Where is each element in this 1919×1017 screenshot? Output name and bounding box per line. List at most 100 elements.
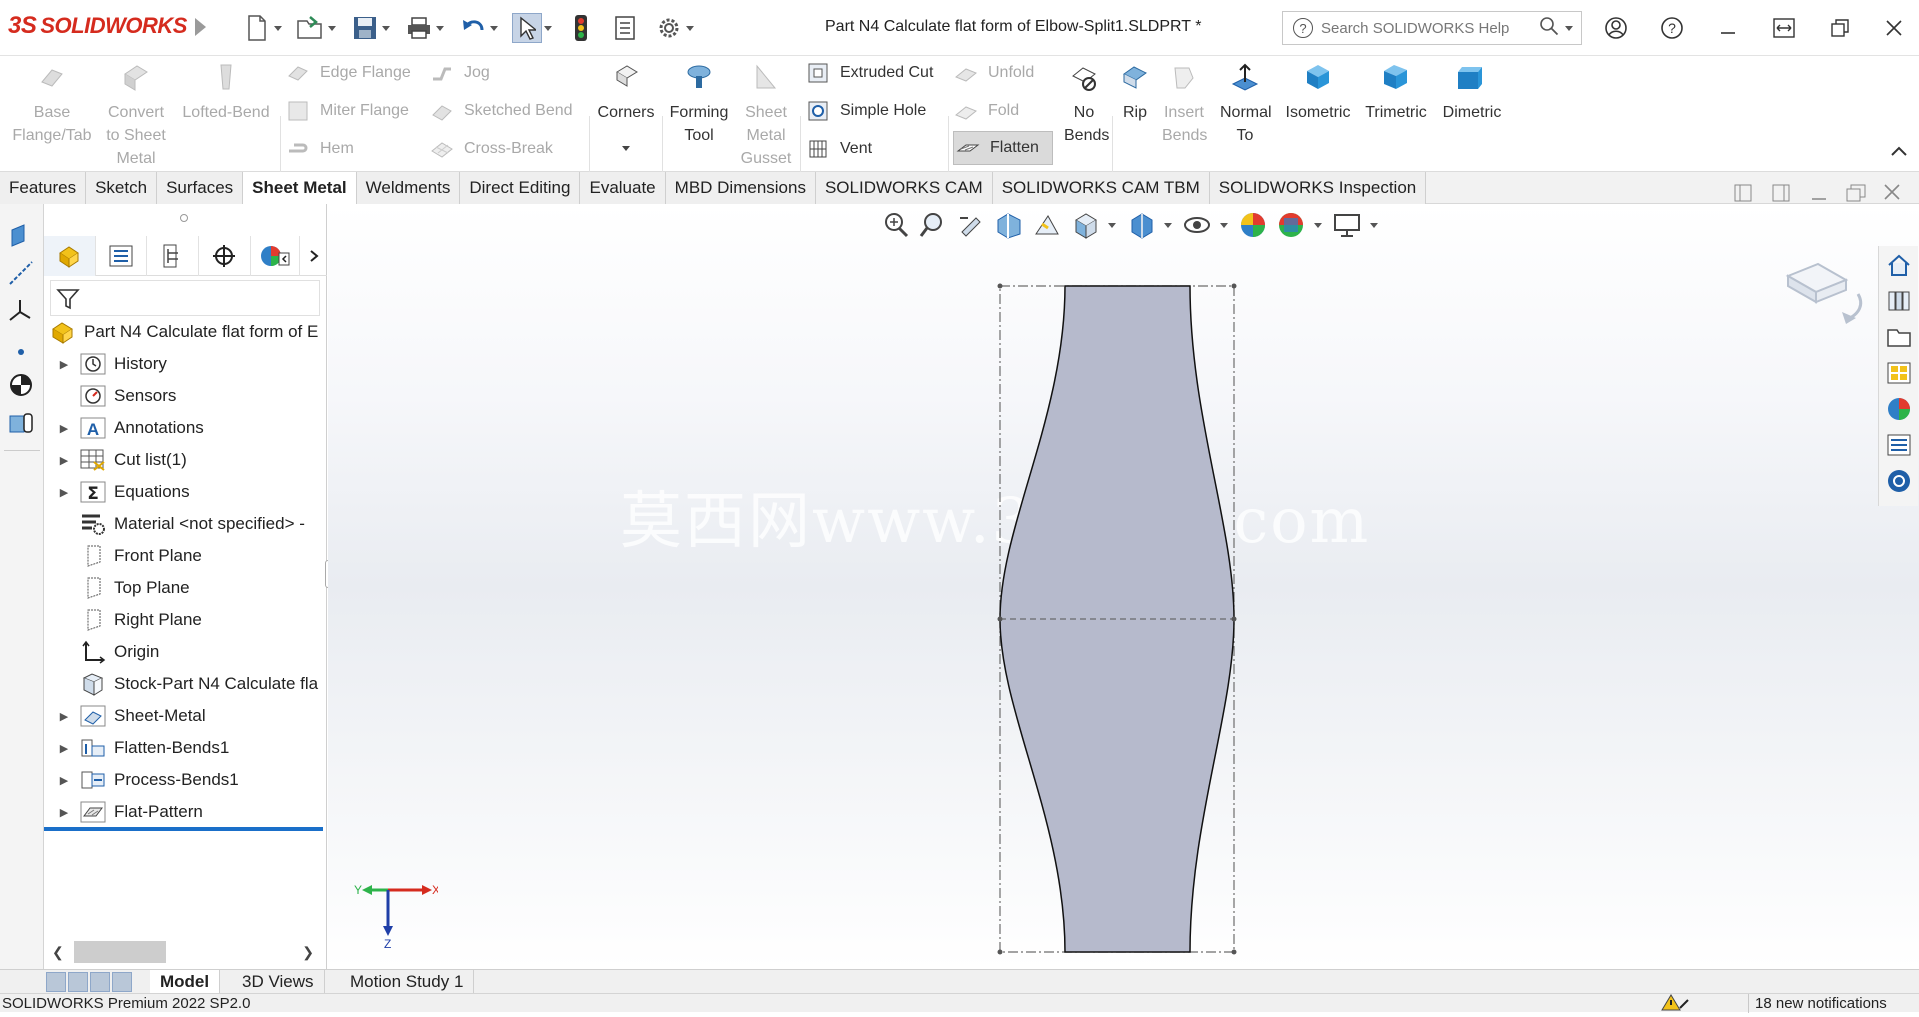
file-explorer-icon[interactable] xyxy=(1881,320,1917,354)
feature-manager-tab-icon[interactable] xyxy=(44,236,96,276)
panel-more-arrow-icon[interactable] xyxy=(300,236,327,276)
tree-item-right-plane[interactable]: Right Plane xyxy=(44,604,327,636)
close-icon[interactable] xyxy=(1880,14,1908,42)
next-tab-arrow-icon[interactable] xyxy=(90,972,110,992)
expand-arrow-icon[interactable]: ▶ xyxy=(58,806,70,819)
search-dropdown-icon[interactable] xyxy=(1565,25,1573,31)
vent-button[interactable]: Vent xyxy=(806,134,872,164)
menu-expand-arrow-icon[interactable] xyxy=(195,18,206,36)
help-icon[interactable]: ? xyxy=(1658,14,1686,42)
extruded-cut-button[interactable]: Extruded Cut xyxy=(806,58,933,88)
view-orientation-dropdown-icon[interactable] xyxy=(1108,222,1116,228)
simple-hole-button[interactable]: Simple Hole xyxy=(806,96,926,126)
tab-sheet-metal[interactable]: Sheet Metal xyxy=(243,172,357,204)
hide-show-items-icon[interactable] xyxy=(1182,210,1212,240)
options-gear-icon[interactable] xyxy=(654,13,684,43)
panel-horizontal-scrollbar[interactable]: ❮ ❯ xyxy=(46,940,324,964)
new-document-icon[interactable] xyxy=(242,13,272,43)
tab-motion-study[interactable]: Motion Study 1 xyxy=(340,970,475,994)
viewport-pane-left-icon[interactable] xyxy=(1734,184,1752,207)
forming-tool-button[interactable]: Forming Tool xyxy=(664,62,734,147)
open-dropdown-icon[interactable] xyxy=(328,25,336,31)
zoom-to-fit-icon[interactable] xyxy=(880,210,910,240)
display-manager-tab-icon[interactable] xyxy=(251,236,301,276)
expand-arrow-icon[interactable]: ▶ xyxy=(58,358,70,371)
help-search-input[interactable]: ? Search SOLIDWORKS Help xyxy=(1282,11,1582,45)
user-account-icon[interactable] xyxy=(1602,14,1630,42)
rip-button[interactable]: Rip xyxy=(1114,62,1156,124)
normal-to-button[interactable]: Normal To xyxy=(1214,62,1276,147)
tree-item-material[interactable]: Material <not specified> - xyxy=(44,508,327,540)
tab-sketch[interactable]: Sketch xyxy=(86,172,158,204)
jog-button[interactable]: Jog xyxy=(430,58,490,88)
custom-properties-icon[interactable] xyxy=(1881,428,1917,462)
hide-show-dropdown-icon[interactable] xyxy=(1220,222,1228,228)
fold-button[interactable]: Fold xyxy=(954,96,1019,126)
view-orientation-cube-icon[interactable] xyxy=(1784,262,1874,333)
apply-scene-dropdown-icon[interactable] xyxy=(1314,222,1322,228)
expand-arrow-icon[interactable]: ▶ xyxy=(58,486,70,499)
tree-item-history[interactable]: ▶ History xyxy=(44,348,327,380)
configuration-manager-tab-icon[interactable] xyxy=(147,236,199,276)
view-settings-monitor-icon[interactable] xyxy=(1332,210,1362,240)
new-dropdown-icon[interactable] xyxy=(274,25,282,31)
view-orientation-icon[interactable] xyxy=(1070,210,1100,240)
tree-item-process-bends[interactable]: ▶ Process-Bends1 xyxy=(44,764,327,796)
tab-model[interactable]: Model xyxy=(150,970,221,994)
solidworks-forum-icon[interactable] xyxy=(1881,464,1917,498)
tree-item-stock-part[interactable]: Stock-Part N4 Calculate fla xyxy=(44,668,327,700)
base-flange-button[interactable]: Base Flange/Tab xyxy=(4,62,100,147)
flatten-button[interactable]: Flatten xyxy=(953,131,1053,165)
viewport-pane-right-icon[interactable] xyxy=(1772,184,1790,207)
dynamic-annotation-icon[interactable] xyxy=(1032,210,1062,240)
tab-direct-editing[interactable]: Direct Editing xyxy=(460,172,581,204)
unfold-button[interactable]: Unfold xyxy=(954,58,1034,88)
display-style-dropdown-icon[interactable] xyxy=(1164,222,1172,228)
search-icon[interactable] xyxy=(1539,16,1559,40)
expand-arrow-icon[interactable]: ▶ xyxy=(58,774,70,787)
section-view-icon[interactable] xyxy=(994,210,1024,240)
insert-bends-button[interactable]: Insert Bends xyxy=(1158,62,1210,147)
origin-icon[interactable] xyxy=(8,372,34,403)
filter-funnel-icon[interactable] xyxy=(55,286,81,312)
print-icon[interactable] xyxy=(404,13,434,43)
tree-item-sheet-metal[interactable]: ▶ Sheet-Metal xyxy=(44,700,327,732)
view-settings-dropdown-icon[interactable] xyxy=(1370,222,1378,228)
collapse-ribbon-icon[interactable] xyxy=(1890,144,1908,163)
rollback-bar[interactable] xyxy=(44,827,323,831)
tree-item-top-plane[interactable]: Top Plane xyxy=(44,572,327,604)
no-bends-button[interactable]: No Bends xyxy=(1056,62,1112,147)
hem-button[interactable]: Hem xyxy=(286,134,354,164)
rebuild-warning-icon[interactable] xyxy=(1660,994,1690,1017)
print-dropdown-icon[interactable] xyxy=(436,25,444,31)
design-library-icon[interactable] xyxy=(1881,284,1917,318)
point-icon[interactable] xyxy=(16,344,26,362)
undo-icon[interactable] xyxy=(458,13,488,43)
view-plane-icon[interactable] xyxy=(8,222,34,253)
tree-item-annotations[interactable]: ▶ A Annotations xyxy=(44,412,327,444)
display-style-icon[interactable] xyxy=(1126,210,1156,240)
panel-grip-icon[interactable] xyxy=(180,214,188,222)
solidworks-logo[interactable]: 3S SOLIDWORKS xyxy=(8,12,187,40)
appearances-scenes-icon[interactable] xyxy=(1881,392,1917,426)
edge-flange-button[interactable]: Edge Flange xyxy=(286,58,411,88)
tree-item-equations[interactable]: ▶ Σ Equations xyxy=(44,476,327,508)
select-dropdown-icon[interactable] xyxy=(544,25,552,31)
scroll-thumb[interactable] xyxy=(73,941,166,963)
tree-item-cut-list[interactable]: ▶ Cut list(1) xyxy=(44,444,327,476)
solidworks-resources-home-icon[interactable] xyxy=(1881,248,1917,282)
open-icon[interactable] xyxy=(296,13,326,43)
expand-arrow-icon[interactable]: ▶ xyxy=(58,454,70,467)
lofted-bend-button[interactable]: Lofted-Bend xyxy=(176,62,276,124)
corners-button[interactable]: Corners xyxy=(592,62,660,151)
prev-tab-arrow-icon[interactable] xyxy=(68,972,88,992)
tab-mbd-dimensions[interactable]: MBD Dimensions xyxy=(665,172,816,204)
last-tab-arrow-icon[interactable] xyxy=(112,972,132,992)
apply-scene-icon[interactable] xyxy=(1276,210,1306,240)
tree-item-origin[interactable]: Origin xyxy=(44,636,327,668)
tab-weldments[interactable]: Weldments xyxy=(356,172,461,204)
viewport-minimize-icon[interactable] xyxy=(1810,184,1828,207)
tree-item-flatten-bends[interactable]: ▶ Flatten-Bends1 xyxy=(44,732,327,764)
select-arrow-icon[interactable] xyxy=(512,13,542,43)
scroll-left-arrow-icon[interactable]: ❮ xyxy=(52,944,64,961)
